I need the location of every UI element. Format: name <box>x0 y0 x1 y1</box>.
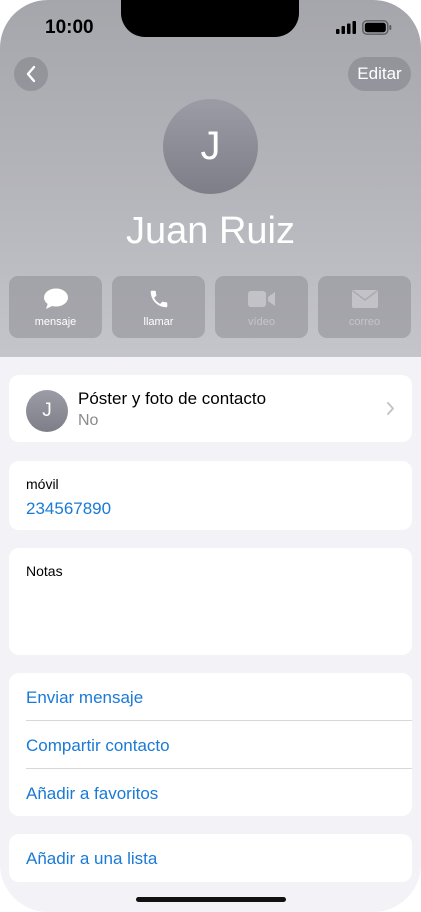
mail-icon <box>351 290 378 308</box>
call-action-button[interactable]: llamar <box>112 276 205 338</box>
call-action-label: llamar <box>143 316 174 328</box>
send-message-link[interactable]: Enviar mensaje <box>26 688 143 708</box>
edit-button[interactable]: Editar <box>348 57 411 91</box>
message-action-button[interactable]: mensaje <box>9 276 102 338</box>
status-time: 10:00 <box>45 17 94 38</box>
contact-screen: 10:00 Editar J Juan Ruiz mensaje llamar … <box>0 0 421 912</box>
list-card: Añadir a una lista <box>9 834 412 882</box>
chevron-right-icon <box>387 402 394 415</box>
share-contact-link[interactable]: Compartir contacto <box>26 736 170 756</box>
battery-icon <box>362 20 392 35</box>
poster-value: No <box>78 412 99 429</box>
phone-label: móvil <box>26 476 59 492</box>
contact-name: Juan Ruiz <box>126 210 295 252</box>
message-bubble-icon <box>43 288 68 309</box>
back-button[interactable] <box>14 57 48 91</box>
mail-action-button[interactable]: correo <box>318 276 411 338</box>
chevron-left-icon <box>26 65 36 83</box>
add-to-list-link[interactable]: Añadir a una lista <box>26 849 157 869</box>
notes-label: Notas <box>26 563 63 579</box>
video-icon <box>247 291 275 307</box>
phone-card[interactable]: móvil 234567890 <box>9 461 412 530</box>
video-action-label: vídeo <box>248 316 275 328</box>
message-action-label: mensaje <box>34 316 77 328</box>
contact-avatar[interactable]: J <box>163 99 258 194</box>
mail-action-label: correo <box>348 316 381 328</box>
poster-avatar: J <box>26 390 68 432</box>
add-favorites-link[interactable]: Añadir a favoritos <box>26 784 158 804</box>
signal-icon <box>336 21 356 34</box>
notes-card[interactable]: Notas <box>9 548 412 655</box>
actions-card: Enviar mensaje Compartir contacto Añadir… <box>9 673 412 816</box>
divider <box>26 720 412 721</box>
home-indicator[interactable] <box>136 897 286 902</box>
poster-title: Póster y foto de contacto <box>78 389 267 408</box>
poster-card[interactable]: J Póster y foto de contacto No <box>9 375 412 442</box>
divider <box>26 768 412 769</box>
notch <box>121 0 299 37</box>
phone-icon <box>150 290 167 308</box>
video-action-button[interactable]: vídeo <box>215 276 308 338</box>
contact-header: 10:00 Editar J Juan Ruiz mensaje llamar … <box>0 0 421 357</box>
phone-number[interactable]: 234567890 <box>26 499 111 519</box>
